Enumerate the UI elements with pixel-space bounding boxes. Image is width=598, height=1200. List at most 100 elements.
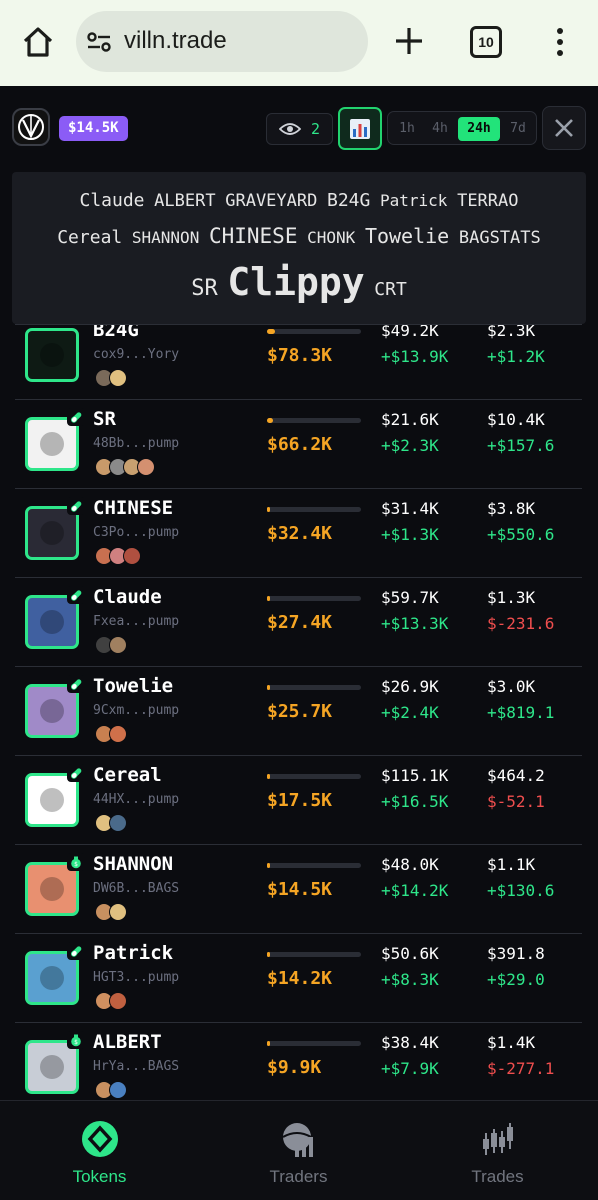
token-address[interactable]: 9Cxm...pump: [93, 703, 179, 718]
token-address[interactable]: HGT3...pump: [93, 970, 179, 985]
token-address[interactable]: cox9...Yory: [93, 347, 179, 362]
token-name[interactable]: SR: [93, 408, 116, 430]
token-name[interactable]: ALBERT: [93, 1031, 162, 1053]
pill-icon: [67, 675, 85, 693]
cloud-word[interactable]: CHINESE: [209, 224, 298, 248]
volume-value: $38.4K: [381, 1033, 439, 1052]
holder-avatars: [95, 547, 141, 567]
villn-logo[interactable]: [12, 108, 50, 146]
token-row[interactable]: $ ALBERT HrYa...BAGS $9.9K $38.4K +$7.9K $1.4K…: [15, 1023, 582, 1100]
holder-avatar[interactable]: [109, 1081, 127, 1099]
x-social-button[interactable]: [542, 106, 586, 150]
liquidity-change: $-277.1: [487, 1059, 555, 1078]
address-bar[interactable]: villn.trade: [76, 11, 368, 72]
volume-value: $48.0K: [381, 855, 439, 874]
token-address[interactable]: HrYa...BAGS: [93, 1059, 179, 1074]
cloud-word[interactable]: B24G: [327, 190, 370, 211]
site-settings-icon[interactable]: [86, 29, 112, 55]
token-row[interactable]: Cereal 44HX...pump $17.5K $115.1K +$16.5K $46…: [15, 756, 582, 845]
token-address[interactable]: DW6B...BAGS: [93, 881, 179, 896]
holder-avatar[interactable]: [109, 814, 127, 832]
pill-icon: [67, 408, 85, 426]
cloud-word[interactable]: Patrick: [380, 191, 447, 210]
token-address[interactable]: C3Po...pump: [93, 525, 179, 540]
token-row[interactable]: SR 48Bb...pump $66.2K $21.6K +$2.3K $10.4K +$1…: [15, 400, 582, 489]
token-name[interactable]: B24G: [93, 325, 139, 341]
token-name[interactable]: Towelie: [93, 675, 173, 697]
tab-switcher-button[interactable]: 10: [470, 26, 502, 58]
token-row[interactable]: Patrick HGT3...pump $14.2K $50.6K +$8.3K $391…: [15, 934, 582, 1023]
token-row[interactable]: CHINESE C3Po...pump $32.4K $31.4K +$1.3K $3.8…: [15, 489, 582, 578]
cloud-word[interactable]: TERRAO: [457, 191, 518, 211]
nav-tokens[interactable]: Tokens: [0, 1101, 199, 1200]
cloud-word[interactable]: CRT: [374, 279, 407, 300]
cloud-word[interactable]: ALBERT: [154, 191, 215, 211]
cloud-word[interactable]: Claude: [80, 190, 145, 211]
timeframe-7d[interactable]: 7d: [504, 117, 532, 141]
cloud-word[interactable]: SHANNON: [132, 228, 199, 247]
chart-toggle-button[interactable]: [338, 107, 382, 150]
watchers-button[interactable]: 2: [266, 113, 333, 145]
cloud-word[interactable]: BAGSTATS: [459, 228, 541, 248]
more-menu-icon[interactable]: [548, 24, 572, 60]
nav-trades-label: Trades: [471, 1167, 524, 1186]
token-name[interactable]: Patrick: [93, 942, 173, 964]
timeframe-24h[interactable]: 24h: [458, 117, 500, 141]
holder-avatar[interactable]: [109, 725, 127, 743]
holder-avatar[interactable]: [109, 992, 127, 1010]
home-icon[interactable]: [20, 24, 56, 60]
cloud-word[interactable]: Cereal: [57, 227, 122, 248]
token-row[interactable]: Towelie 9Cxm...pump $25.7K $26.9K +$2.4K $3.0…: [15, 667, 582, 756]
holder-avatar[interactable]: [123, 547, 141, 565]
bonding-progress-fill: [267, 418, 273, 423]
token-avatar[interactable]: [25, 328, 79, 382]
cloud-word[interactable]: GRAVEYARD: [225, 191, 317, 211]
bonding-progress-bar: [267, 685, 361, 690]
pill-icon: [67, 942, 85, 960]
cloud-word[interactable]: Towelie: [365, 224, 449, 248]
money-bag-icon: $: [67, 853, 85, 871]
pill-icon: [67, 497, 85, 515]
cloud-word[interactable]: CHONK: [307, 228, 355, 247]
token-address[interactable]: Fxea...pump: [93, 614, 179, 629]
eye-icon: [278, 123, 301, 135]
holder-avatar[interactable]: [109, 636, 127, 654]
token-row[interactable]: B24G cox9...Yory $78.3K $49.2K +$13.9K $2.3K +…: [15, 324, 582, 400]
token-address[interactable]: 44HX...pump: [93, 792, 179, 807]
liquidity-change: $-52.1: [487, 792, 545, 811]
holder-avatars: [95, 458, 155, 478]
holder-avatar[interactable]: [137, 458, 155, 476]
bonding-progress-bar: [267, 507, 361, 512]
token-avatar-image: [40, 877, 64, 901]
timeframe-4h[interactable]: 4h: [426, 117, 454, 141]
liquidity-change: $-231.6: [487, 614, 555, 633]
token-avatar-image: [40, 343, 64, 367]
token-name[interactable]: Cereal: [93, 764, 162, 786]
market-cap: $9.9K: [267, 1057, 322, 1078]
liquidity-value: $1.1K: [487, 855, 536, 874]
liquidity-change: +$157.6: [487, 436, 555, 455]
liquidity-value: $464.2: [487, 766, 545, 785]
liquidity-change: +$550.6: [487, 525, 555, 544]
timeframe-1h[interactable]: 1h: [394, 117, 420, 141]
new-tab-icon[interactable]: [392, 24, 426, 58]
nav-trades[interactable]: Trades: [398, 1101, 597, 1200]
nav-traders[interactable]: Traders: [199, 1101, 398, 1200]
bonding-progress-bar: [267, 1041, 361, 1046]
token-name[interactable]: CHINESE: [93, 497, 173, 519]
svg-text:$: $: [74, 861, 78, 868]
token-row[interactable]: $ SHANNON DW6B...BAGS $14.5K $48.0K +$14.2K $1…: [15, 845, 582, 934]
cloud-word[interactable]: Clippy: [227, 260, 364, 304]
token-avatar-image: [40, 788, 64, 812]
cloud-word[interactable]: SR: [191, 276, 218, 301]
holder-avatar[interactable]: [109, 369, 127, 387]
token-address[interactable]: 48Bb...pump: [93, 436, 179, 451]
nav-tokens-label: Tokens: [72, 1167, 127, 1186]
token-row[interactable]: Claude Fxea...pump $27.4K $59.7K +$13.3K $1.3…: [15, 578, 582, 667]
token-name[interactable]: Claude: [93, 586, 162, 608]
holder-avatar[interactable]: [109, 903, 127, 921]
volume-value: $49.2K: [381, 324, 439, 340]
token-name[interactable]: SHANNON: [93, 853, 173, 875]
holder-avatars: [95, 1081, 127, 1100]
balance-badge[interactable]: $14.5K: [59, 116, 128, 141]
